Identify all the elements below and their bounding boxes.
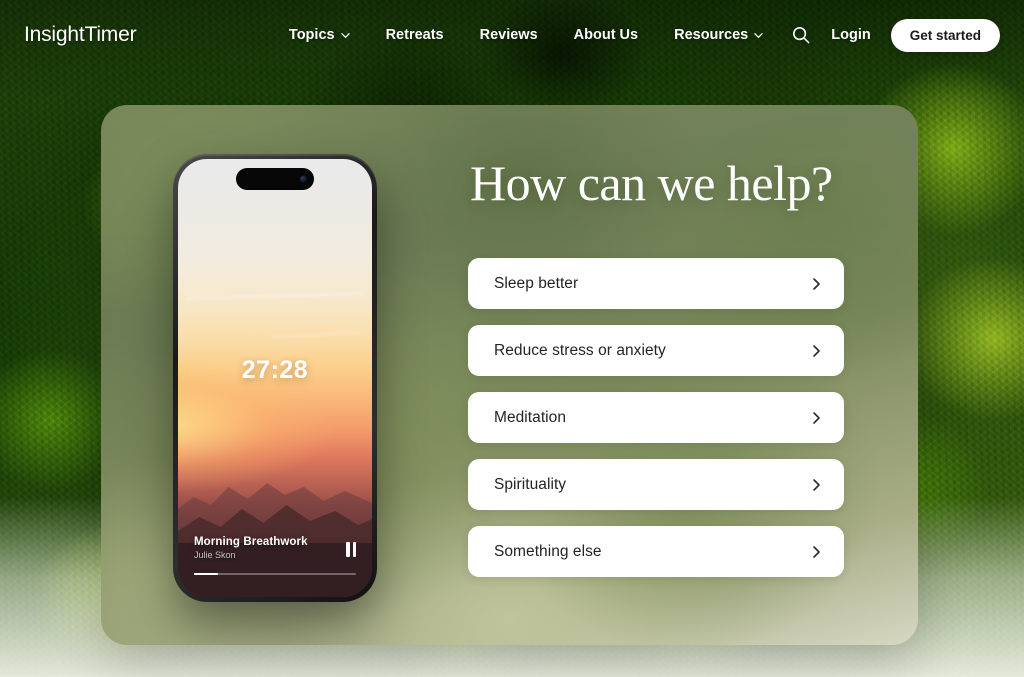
meditation-timer: 27:28: [241, 356, 309, 385]
nav-item-resources[interactable]: Resources: [674, 27, 763, 43]
page-title: How can we help?: [470, 155, 833, 211]
cloud-streak: [185, 292, 365, 300]
nav-actions: Login Get started: [791, 18, 1000, 52]
nav-item-reviews-label: Reviews: [479, 27, 538, 43]
option-something-else[interactable]: Something else: [468, 526, 844, 577]
login-link[interactable]: Login: [831, 27, 870, 43]
option-sleep-better[interactable]: Sleep better: [468, 258, 844, 309]
pause-bar-right: [352, 541, 356, 557]
track-artist: Julie Skon: [194, 549, 236, 560]
option-label: Spirituality: [494, 475, 567, 493]
nav-item-about-us-label: About Us: [573, 27, 639, 43]
dynamic-island: [236, 168, 314, 190]
chevron-right-icon: [811, 277, 822, 291]
chevron-down-icon: [340, 31, 350, 40]
phone-mockup: 27:28 Morning Breathwork Julie Skon: [173, 154, 377, 602]
option-label: Reduce stress or anxiety: [494, 341, 666, 359]
option-label: Meditation: [494, 408, 567, 426]
nav-item-reviews[interactable]: Reviews: [480, 27, 538, 43]
nav-item-about-us[interactable]: About Us: [574, 27, 638, 43]
top-navigation-bar: InsightTimer Topics Retreats Reviews Abo…: [0, 0, 1024, 70]
player-row: Morning Breathwork Julie Skon: [194, 536, 356, 560]
cloud-streak: [271, 331, 361, 339]
phone-player-bar: Morning Breathwork Julie Skon: [178, 536, 372, 598]
option-reduce-stress-or-anxiety[interactable]: Reduce stress or anxiety: [468, 325, 844, 376]
search-icon[interactable]: [791, 25, 811, 45]
brand-logo-bold: Timer: [84, 23, 137, 46]
help-panel: How can we help? Sleep better Reduce str…: [468, 157, 844, 577]
nav-item-retreats[interactable]: Retreats: [386, 27, 444, 43]
option-label: Something else: [494, 542, 602, 560]
option-label: Sleep better: [494, 274, 579, 292]
page-root: InsightTimer Topics Retreats Reviews Abo…: [0, 0, 1024, 677]
nav-item-resources-label: Resources: [674, 27, 749, 43]
nav-item-retreats-label: Retreats: [385, 27, 444, 43]
pause-bar-left: [346, 541, 350, 557]
pause-icon[interactable]: [346, 541, 356, 560]
help-options-list: Sleep better Reduce stress or anxiety Me…: [468, 258, 844, 577]
option-spirituality[interactable]: Spirituality: [468, 459, 844, 510]
track-info: Morning Breathwork Julie Skon: [194, 536, 308, 560]
nav-links: Topics Retreats Reviews About Us Resourc…: [289, 27, 763, 43]
playback-progress-fill: [194, 572, 219, 575]
option-meditation[interactable]: Meditation: [468, 392, 844, 443]
hero-glass-card: 27:28 Morning Breathwork Julie Skon How …: [101, 105, 918, 645]
nav-item-topics[interactable]: Topics: [289, 27, 350, 43]
get-started-button[interactable]: Get started: [890, 18, 1000, 52]
playback-progress-bar[interactable]: [194, 572, 356, 575]
chevron-right-icon: [811, 545, 822, 559]
chevron-down-icon: [754, 31, 763, 40]
brand-logo-light: Insight: [24, 23, 85, 46]
nav-item-topics-label: Topics: [288, 27, 335, 43]
chevron-right-icon: [811, 411, 822, 425]
track-title: Morning Breathwork: [194, 535, 308, 548]
chevron-right-icon: [811, 478, 822, 492]
brand-logo[interactable]: InsightTimer: [24, 23, 137, 47]
phone-screen: 27:28 Morning Breathwork Julie Skon: [178, 159, 372, 597]
chevron-right-icon: [811, 344, 822, 358]
